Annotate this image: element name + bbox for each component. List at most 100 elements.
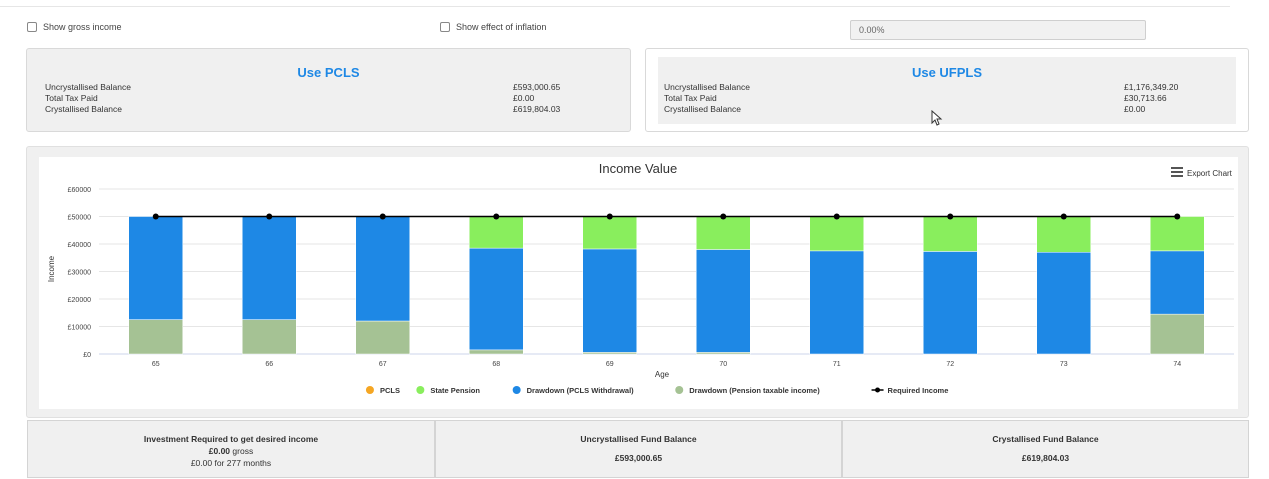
- y-tick-label: £10000: [68, 325, 91, 332]
- x-tick-label: 69: [606, 361, 614, 368]
- show-inflation-checkbox[interactable]: [440, 22, 450, 32]
- required-income-point: [1060, 213, 1067, 220]
- required-income-point: [1174, 213, 1181, 220]
- x-axis-label: Age: [655, 370, 670, 379]
- bar-segment: [923, 216, 978, 252]
- pcls-card: Use PCLS Uncrystallised Balance Total Ta…: [26, 48, 631, 132]
- bar-segment: [1150, 313, 1205, 355]
- uncrystallised-fund-title: Uncrystallised Fund Balance: [580, 434, 697, 444]
- y-tick-label: £20000: [68, 297, 91, 304]
- bar-segment: [1150, 216, 1205, 252]
- bar-segment: [128, 319, 183, 355]
- show-gross-income-checkbox[interactable]: [27, 22, 37, 32]
- required-income-point: [266, 213, 273, 220]
- x-tick-label: 71: [833, 361, 841, 368]
- bar-segment: [128, 216, 183, 320]
- ufpls-value-tax: £30,713.66: [1124, 93, 1167, 103]
- show-inflation-label: Show effect of inflation: [456, 22, 547, 32]
- y-axis-label: Income: [47, 255, 56, 282]
- uncrystallised-fund-card: Uncrystallised Fund Balance £593,000.65: [435, 420, 842, 478]
- pcls-value-tax: £0.00: [513, 93, 535, 103]
- ufpls-value-uncrystallised: £1,176,349.20: [1124, 82, 1179, 92]
- legend-label: PCLS: [380, 386, 400, 395]
- pcls-value-uncrystallised: £593,000.65: [513, 82, 561, 92]
- x-tick-label: 70: [719, 361, 727, 368]
- bar-segment: [582, 216, 637, 250]
- bar-segment: [469, 216, 524, 249]
- legend-label: Drawdown (Pension taxable income): [689, 386, 820, 395]
- bar-segment: [355, 216, 410, 322]
- bar-segment: [355, 320, 410, 355]
- income-chart: Income Value Export Chart £0 £10000 £20000…: [47, 161, 1234, 395]
- required-income-point: [720, 213, 727, 220]
- investment-required-value-line: £0.00 gross: [28, 446, 434, 456]
- ufpls-title: Use UFPLS: [911, 65, 983, 80]
- y-tick-label: £50000: [68, 215, 91, 222]
- required-income-point: [493, 213, 500, 220]
- x-tick-label: 65: [152, 361, 160, 368]
- bar-segment: [1036, 216, 1091, 253]
- x-tick-label: 66: [265, 361, 273, 368]
- bar-segment: [696, 216, 751, 250]
- y-tick-label: £0: [83, 352, 91, 359]
- required-income-point: [379, 213, 386, 220]
- mouse-cursor-icon: [931, 110, 943, 126]
- x-tick-label: 73: [1060, 361, 1068, 368]
- bar-segment: [1150, 250, 1205, 315]
- investment-required-suffix: gross: [232, 446, 254, 456]
- chart-title: Income Value: [599, 161, 678, 176]
- x-tick-label: 68: [492, 361, 500, 368]
- x-tick-label: 74: [1173, 361, 1181, 368]
- chart-container: Income Value Export Chart £0 £10000 £20000…: [26, 146, 1249, 418]
- legend-symbol: [365, 386, 374, 394]
- pcls-label-crystallised: Crystallised Balance: [45, 104, 123, 114]
- bar-segment: [809, 250, 864, 355]
- ufpls-inner-panel: Use UFPLS Uncrystallised Balance Total T…: [658, 57, 1236, 124]
- legend-symbol: [875, 387, 881, 393]
- bar-segment: [582, 248, 637, 353]
- crystallised-fund-value: £619,804.03: [1021, 453, 1070, 463]
- pcls-title: Use PCLS: [297, 65, 360, 80]
- export-chart-button[interactable]: Export Chart: [1171, 167, 1233, 178]
- bar-segment: [923, 251, 978, 355]
- investment-required-value: £0.00: [208, 446, 231, 456]
- show-gross-income-option[interactable]: Show gross income: [27, 22, 122, 32]
- y-tick-label: £60000: [68, 187, 91, 194]
- menu-icon-bar-3: [1171, 175, 1183, 177]
- bar-segment: [469, 349, 524, 355]
- ufpls-label-tax: Total Tax Paid: [664, 93, 717, 103]
- pcls-label-uncrystallised: Uncrystallised Balance: [45, 82, 131, 92]
- show-inflation-option[interactable]: Show effect of inflation: [440, 22, 546, 32]
- chart-panel: Income Value Export Chart £0 £10000 £20000…: [39, 157, 1238, 409]
- ufpls-label-uncrystallised: Uncrystallised Balance: [664, 82, 750, 92]
- ufpls-value-crystallised: £0.00: [1124, 104, 1146, 114]
- required-income-point: [833, 213, 840, 220]
- crystallised-fund-title: Crystallised Fund Balance: [992, 434, 1099, 444]
- investment-required-note: £0.00 for 277 months: [190, 458, 272, 468]
- export-chart-label: Export Chart: [1187, 169, 1233, 178]
- bar-segment: [809, 216, 864, 252]
- pcls-label-tax: Total Tax Paid: [45, 93, 98, 103]
- investment-required-card: Investment Required to get desired incom…: [27, 420, 435, 478]
- x-tick-label: 67: [379, 361, 387, 368]
- top-divider: [0, 6, 1230, 7]
- required-income-point: [606, 213, 613, 220]
- inflation-rate-input[interactable]: [850, 20, 1146, 40]
- menu-icon-bar-1: [1171, 167, 1183, 169]
- x-tick-label: 72: [946, 361, 954, 368]
- menu-icon-bar-2: [1171, 171, 1183, 173]
- bar-segment: [242, 216, 297, 320]
- crystallised-fund-card: Crystallised Fund Balance £619,804.03: [842, 420, 1249, 478]
- show-gross-income-label: Show gross income: [43, 22, 122, 32]
- bar-segment: [696, 249, 751, 353]
- legend-label: State Pension: [430, 386, 480, 395]
- legend-label: Required Income: [888, 386, 949, 395]
- bar-segment: [1036, 252, 1091, 355]
- y-tick-label: £30000: [68, 270, 91, 277]
- y-tick-label: £40000: [68, 242, 91, 249]
- legend-symbol: [416, 386, 425, 394]
- legend-symbol: [512, 386, 521, 394]
- required-income-point: [947, 213, 954, 220]
- uncrystallised-fund-value: £593,000.65: [614, 453, 663, 463]
- bar-segment: [242, 319, 297, 355]
